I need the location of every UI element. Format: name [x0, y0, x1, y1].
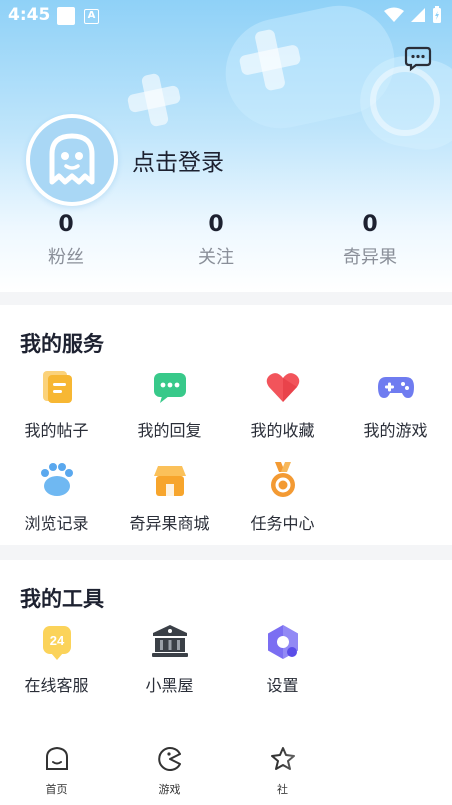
service-history[interactable]: 浏览记录 [0, 460, 113, 534]
tools-title: 我的工具 [20, 587, 104, 611]
battery-icon [433, 6, 441, 23]
service-label: 我的游戏 [363, 421, 428, 440]
tab-fade-overlay [280, 742, 452, 805]
stat-label: 粉丝 [48, 247, 84, 268]
wifi-icon [384, 7, 404, 22]
service-label: 浏览记录 [24, 514, 89, 533]
status-bar: 4:45 A [0, 0, 452, 32]
shop-icon [153, 466, 186, 496]
chat-bubble-icon [404, 46, 432, 72]
tab-label: 游戏 [158, 783, 181, 796]
stat-value: 0 [58, 212, 74, 237]
blackhouse-icon [151, 625, 188, 657]
stat-value: 0 [362, 212, 378, 237]
message-button[interactable] [404, 44, 432, 72]
paw-icon [40, 463, 73, 496]
service-my-favorites[interactable]: 我的收藏 [226, 367, 339, 441]
signal-icon [411, 8, 425, 22]
service-my-replies[interactable]: 我的回复 [113, 367, 226, 441]
stat-value: 0 [208, 212, 224, 237]
stat-label: 奇异果 [343, 247, 397, 268]
ghost-icon [49, 133, 95, 185]
stat-following[interactable]: 0 关注 [156, 212, 276, 269]
login-link[interactable]: 点击登录 [132, 143, 224, 177]
status-time: 4:45 [8, 5, 51, 25]
bottom-tab-bar: 首页 游戏 社 [0, 742, 452, 805]
tool-settings[interactable]: 设置 [226, 622, 339, 696]
service-label: 任务中心 [250, 514, 315, 533]
service-label: 我的回复 [137, 421, 202, 440]
service-my-games[interactable]: 我的游戏 [339, 367, 452, 441]
service-tasks[interactable]: 任务中心 [226, 460, 339, 534]
stat-label: 关注 [198, 247, 234, 268]
tab-label: 首页 [45, 783, 68, 796]
support-badge: 24 [49, 633, 64, 648]
notification-a-icon: A [84, 9, 99, 24]
tool-label: 小黑屋 [145, 676, 194, 695]
game-tab-icon [157, 747, 181, 771]
medal-icon [270, 462, 295, 497]
service-my-posts[interactable]: 我的帖子 [0, 367, 113, 441]
tool-online-support[interactable]: 24 在线客服 [0, 622, 113, 696]
tool-label: 设置 [266, 676, 299, 695]
service-label: 我的收藏 [250, 421, 315, 440]
stat-fans[interactable]: 0 粉丝 [6, 212, 126, 269]
service-label: 奇异果商城 [129, 514, 210, 533]
stat-kiwi[interactable]: 0 奇异果 [310, 212, 430, 269]
avatar[interactable] [26, 114, 118, 206]
button-decoration [370, 66, 440, 136]
tab-games[interactable]: 游戏 [113, 745, 226, 797]
services-card: 我的服务 我的帖子 我的回复 我的收藏 我的游戏 浏览记录 奇异果商城 任务中心 [0, 305, 452, 545]
tool-label: 在线客服 [24, 676, 89, 695]
settings-icon [267, 625, 298, 659]
notification-square-icon [57, 7, 75, 25]
service-shop[interactable]: 奇异果商城 [113, 460, 226, 534]
tool-black-house[interactable]: 小黑屋 [113, 622, 226, 696]
post-icon [42, 371, 72, 403]
tab-home[interactable]: 首页 [0, 745, 113, 797]
heart-icon [266, 373, 299, 402]
gamepad-icon [377, 377, 414, 398]
services-title: 我的服务 [20, 332, 104, 356]
home-icon [45, 746, 68, 770]
service-label: 我的帖子 [24, 421, 89, 440]
support-24-icon: 24 [42, 626, 71, 660]
reply-icon [153, 373, 186, 403]
